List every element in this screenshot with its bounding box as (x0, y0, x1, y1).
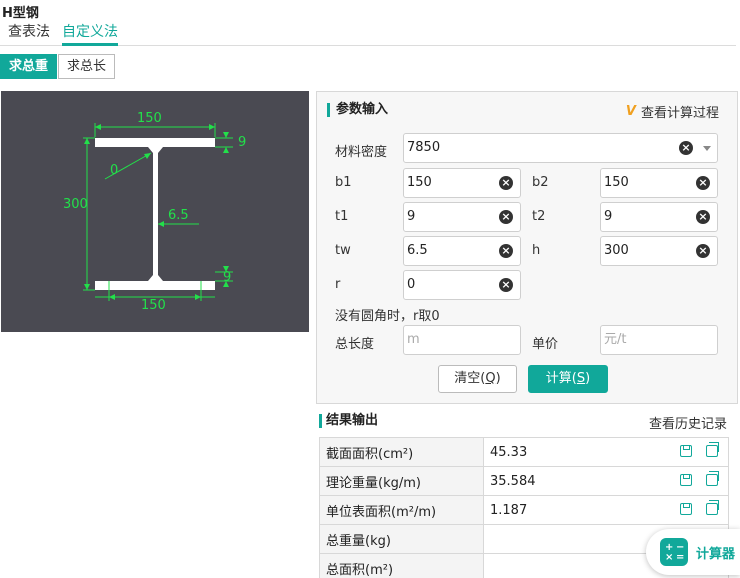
tw-input[interactable]: 6.5 × (403, 236, 521, 266)
t2-input[interactable]: 9 × (600, 202, 718, 232)
tw-label: tw (335, 243, 351, 258)
radius-note: 没有圆角时，r取0 (335, 309, 440, 324)
result-label: 总重量(kg) (319, 524, 484, 554)
calculate-button-label: 计算( (545, 371, 577, 386)
copy-icon[interactable] (706, 442, 719, 457)
h-beam-shape (95, 138, 215, 290)
b1-input[interactable]: 150 × (403, 168, 521, 198)
result-label: 截面面积(cm²) (319, 437, 484, 467)
results-title: 结果输出 (319, 414, 378, 428)
b2-input[interactable]: 150 × (600, 168, 718, 198)
h-input[interactable]: 300 × (600, 236, 718, 266)
price-placeholder: 元/t (604, 332, 627, 347)
t1-input[interactable]: 9 × (403, 202, 521, 232)
density-label: 材料密度 (335, 145, 388, 160)
length-label: 总长度 (335, 337, 375, 352)
tab-custom[interactable]: 自定义法 (62, 22, 118, 46)
calculate-button[interactable]: 计算(S) (528, 365, 608, 393)
length-input[interactable]: m (403, 325, 521, 355)
result-label: 单位表面积(m²/m) (319, 495, 484, 525)
tab-lookup[interactable]: 查表法 (8, 22, 50, 42)
length-placeholder: m (407, 332, 420, 347)
table-row: 截面面积(cm²) 45.33 (319, 437, 729, 467)
r-value: 0 (407, 277, 416, 292)
save-icon[interactable] (680, 503, 692, 515)
h-label: h (532, 243, 541, 258)
dim-top-thickness: 9 (238, 135, 247, 150)
result-value: 45.33 (490, 444, 528, 460)
calculate-button-key: S (576, 371, 586, 386)
chevron-down-icon[interactable] (703, 146, 711, 151)
clear-button-label-end: ) (495, 371, 501, 386)
calculator-fab[interactable]: + − × = 计算器 (646, 529, 740, 575)
clear-button-label: 清空( (454, 371, 486, 386)
r-clear-icon[interactable]: × (499, 278, 513, 292)
h-beam-drawing (83, 123, 233, 301)
result-value: 35.584 (490, 473, 536, 489)
price-label: 单价 (532, 337, 559, 352)
b1-label: b1 (335, 175, 352, 190)
dim-bottom-thickness: 9 (223, 270, 232, 285)
t1-value: 9 (407, 209, 416, 224)
mode-switch: 求总重 求总长 (0, 54, 116, 79)
dim-bottom-width: 150 (141, 298, 166, 313)
density-value: 7850 (407, 140, 441, 155)
t2-clear-icon[interactable]: × (696, 210, 710, 224)
table-row: 单位表面积(m²/m) 1.187 (319, 495, 729, 525)
t2-value: 9 (604, 209, 613, 224)
view-process-label: 查看计算过程 (640, 106, 719, 121)
calculator-label: 计算器 (696, 546, 736, 562)
clear-button[interactable]: 清空(Q) (438, 365, 517, 393)
result-cell: 35.584 (483, 466, 729, 496)
t2-label: t2 (532, 209, 546, 224)
density-clear-icon[interactable]: × (679, 141, 693, 155)
dim-top-width: 150 (137, 111, 162, 126)
history-link[interactable]: 查看历史记录 (649, 413, 727, 432)
b2-clear-icon[interactable]: × (696, 176, 710, 190)
h-beam-diagram: 150 9 300 0 6.5 9 150 (1, 91, 309, 332)
save-icon[interactable] (680, 445, 692, 457)
b2-value: 150 (604, 175, 629, 190)
copy-icon[interactable] (706, 500, 719, 515)
result-value: 1.187 (490, 502, 528, 518)
tw-clear-icon[interactable]: × (499, 244, 513, 258)
params-panel: 参数输入 V 查看计算过程 材料密度 7850 × b1 150 × b2 15… (316, 91, 738, 404)
page-title: H型钢 (2, 6, 39, 21)
b1-value: 150 (407, 175, 432, 190)
h-value: 300 (604, 243, 629, 258)
r-input[interactable]: 0 × (403, 270, 521, 300)
result-label: 总面积(m²) (319, 553, 484, 578)
dim-radius: 0 (110, 163, 119, 178)
result-cell: 1.187 (483, 495, 729, 525)
result-cell: 45.33 (483, 437, 729, 467)
calculator-icon: + − × = (660, 538, 688, 566)
save-icon[interactable] (680, 474, 692, 486)
clear-button-key: Q (485, 371, 496, 386)
dim-height: 300 (63, 197, 88, 212)
view-process-link[interactable]: V 查看计算过程 (626, 102, 719, 121)
vip-icon: V (625, 104, 636, 119)
table-row: 理论重量(kg/m) 35.584 (319, 466, 729, 496)
price-input[interactable]: 元/t (600, 325, 718, 355)
method-tabs: 查表法 自定义法 (0, 22, 736, 46)
b2-label: b2 (532, 175, 549, 190)
copy-icon[interactable] (706, 471, 719, 486)
b1-clear-icon[interactable]: × (499, 176, 513, 190)
mode-length-button[interactable]: 求总长 (58, 54, 116, 79)
t1-label: t1 (335, 209, 349, 224)
h-clear-icon[interactable]: × (696, 244, 710, 258)
t1-clear-icon[interactable]: × (499, 210, 513, 224)
r-label: r (335, 277, 341, 292)
result-label: 理论重量(kg/m) (319, 466, 484, 496)
density-select[interactable]: 7850 × (403, 133, 718, 163)
tw-value: 6.5 (407, 243, 428, 258)
dim-web: 6.5 (168, 208, 189, 223)
mode-weight-button[interactable]: 求总重 (0, 54, 58, 79)
params-title: 参数输入 (327, 103, 388, 117)
calculate-button-label-end: ) (585, 371, 591, 386)
